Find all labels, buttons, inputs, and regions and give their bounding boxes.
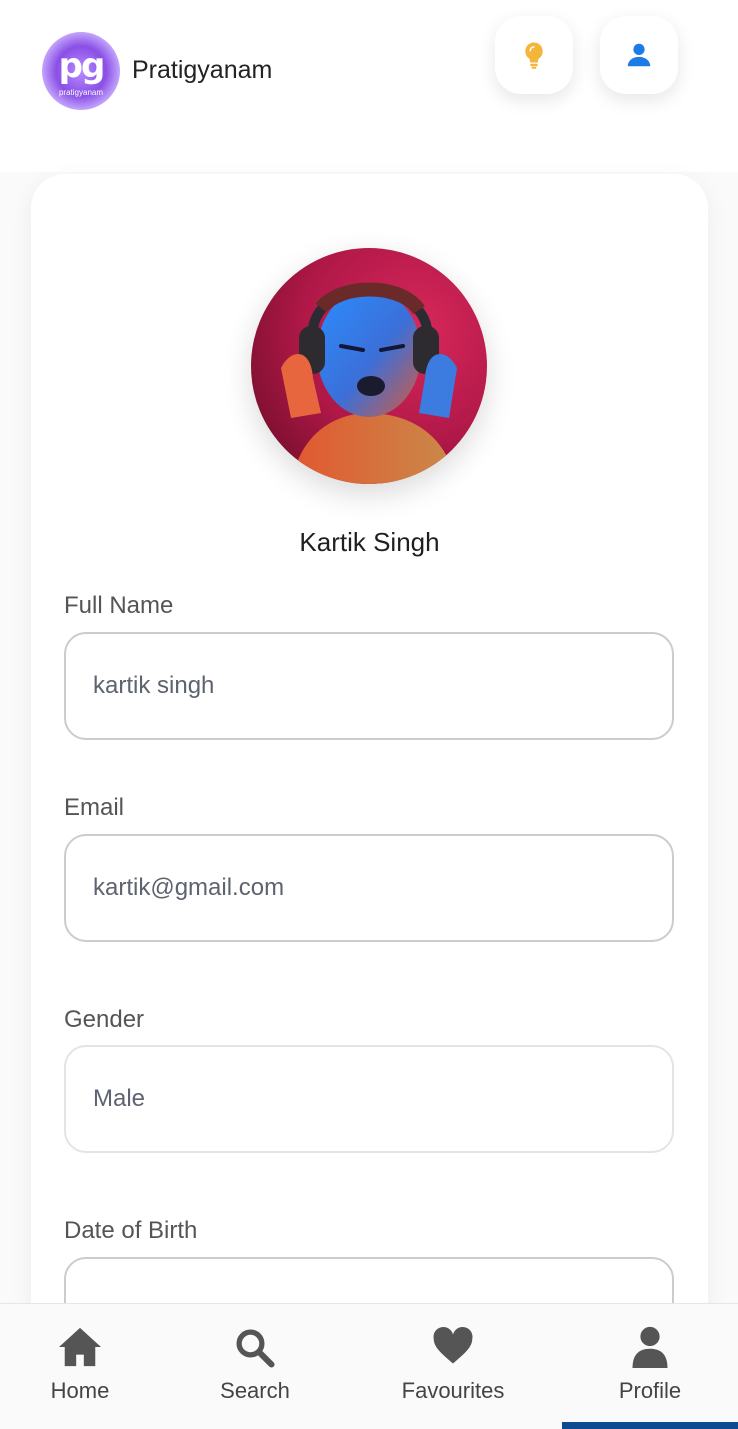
- nav-profile-label: Profile: [618, 1378, 682, 1403]
- tips-button[interactable]: [495, 16, 573, 94]
- app-header: pg pratigyanam Pratigyanam: [0, 0, 738, 172]
- avatar-photo: [251, 248, 487, 484]
- search-icon: [236, 1329, 275, 1368]
- nav-home-label: Home: [50, 1378, 110, 1403]
- avatar[interactable]: [251, 248, 487, 484]
- nav-home[interactable]: Home: [0, 1304, 160, 1429]
- profile-display-name: Kartik Singh: [299, 527, 440, 557]
- email-value: kartik@gmail.com: [93, 874, 285, 901]
- account-button[interactable]: [600, 16, 678, 94]
- heart-icon: [433, 1326, 473, 1364]
- nav-search-label: Search: [220, 1378, 290, 1403]
- app-logo[interactable]: pg pratigyanam: [42, 32, 120, 110]
- lightbulb-icon: [525, 42, 543, 69]
- logo-subtext: pratigyanam: [58, 88, 104, 97]
- home-icon: [59, 1327, 101, 1367]
- profile-card: Kartik Singh Full Name kartik singh Emai…: [31, 174, 708, 1374]
- full-name-label: Full Name: [64, 592, 174, 619]
- logo-text: pg: [58, 46, 106, 86]
- email-label: Email: [64, 794, 125, 821]
- email-field[interactable]: kartik@gmail.com: [64, 834, 674, 942]
- nav-search[interactable]: Search: [175, 1304, 335, 1429]
- nav-profile[interactable]: Profile: [562, 1304, 738, 1429]
- app-title: Pratigyanam: [132, 56, 273, 84]
- profile-page: pg pratigyanam Pratigyanam Kartik Singh …: [0, 0, 738, 1429]
- person-icon: [632, 1326, 668, 1368]
- full-name-field[interactable]: kartik singh: [64, 632, 674, 740]
- user-icon: [627, 43, 651, 67]
- dob-label: Date of Birth: [64, 1217, 198, 1244]
- bottom-nav: Home Search Favourites Profile: [0, 1303, 738, 1429]
- active-tab-indicator: [562, 1422, 738, 1429]
- nav-favourites-label: Favourites: [401, 1378, 505, 1403]
- nav-favourites[interactable]: Favourites: [368, 1304, 538, 1429]
- full-name-value: kartik singh: [93, 672, 215, 699]
- gender-label: Gender: [64, 1006, 145, 1033]
- gender-field[interactable]: Male: [64, 1045, 674, 1153]
- gender-value: Male: [93, 1085, 146, 1112]
